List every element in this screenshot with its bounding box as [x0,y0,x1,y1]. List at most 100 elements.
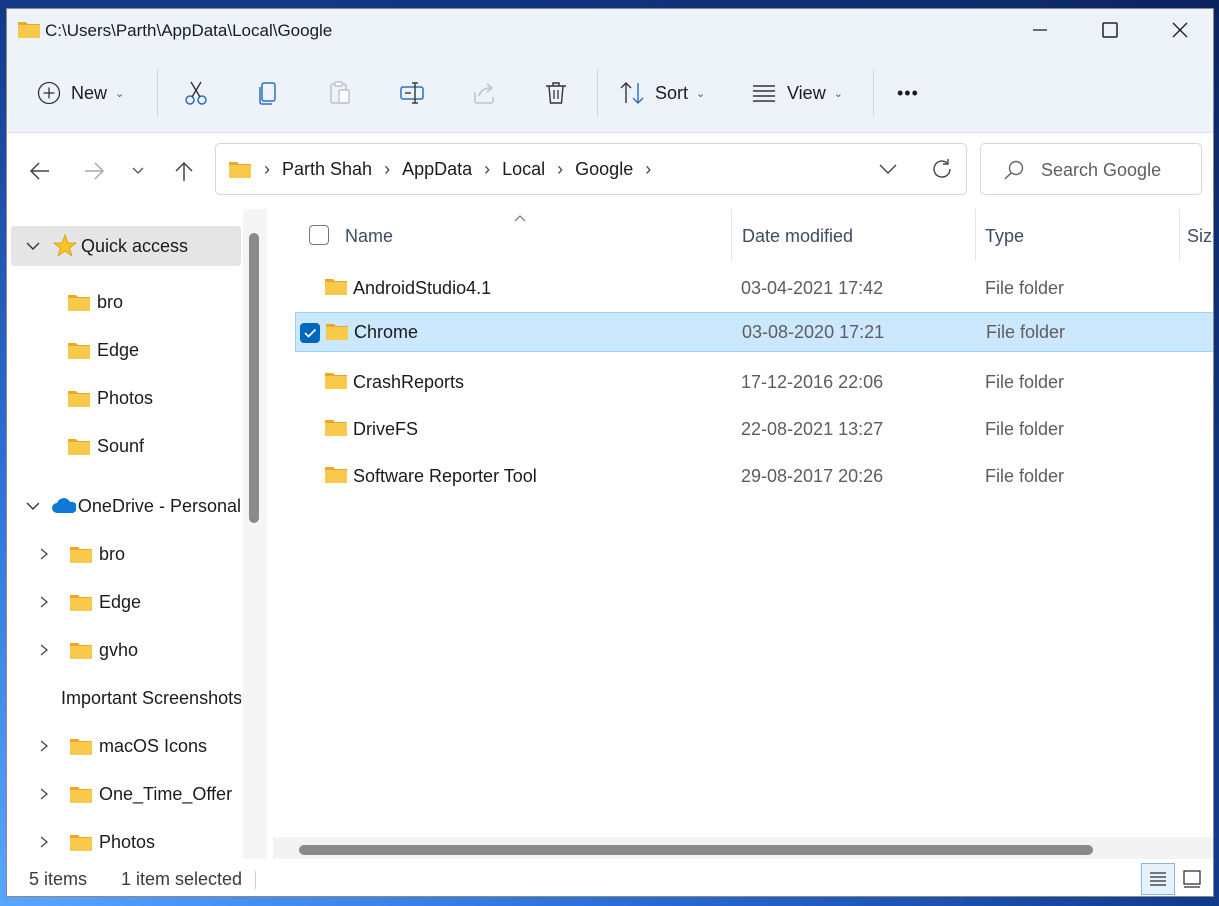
cloud-icon [52,498,76,513]
table-row[interactable]: CrashReports 17-12-2016 22:06 File folde… [295,362,1213,402]
close-button[interactable] [1145,9,1213,51]
copy-button[interactable] [255,71,281,115]
folder-icon [70,739,92,755]
view-button[interactable]: View ⌄ [751,71,843,115]
nav-item-folder[interactable]: Photos [11,822,241,859]
chevron-right-icon[interactable] [37,643,51,657]
chevron-down-icon[interactable] [25,498,40,514]
select-all-checkbox[interactable] [309,225,329,245]
folder-icon [68,295,90,311]
chevron-right-icon[interactable] [37,739,51,753]
sort-button[interactable]: Sort ⌄ [619,71,705,115]
nav-item-folder[interactable]: Edge [11,330,241,370]
chevron-right-icon[interactable] [37,787,51,801]
rename-button[interactable] [399,71,425,115]
breadcrumb-item[interactable]: AppData [402,159,472,180]
nav-label: Quick access [81,235,189,256]
chevron-right-icon[interactable]: › [645,159,651,180]
breadcrumb-item[interactable]: Parth Shah [282,159,372,180]
breadcrumb: › Parth Shah › AppData › Local › Google … [228,144,663,194]
chevron-right-icon[interactable]: › [484,159,490,180]
window-title: C:\Users\Parth\AppData\Local\Google [45,21,333,40]
nav-label: Photos [97,387,154,408]
nav-item-folder[interactable]: Photos [11,378,241,418]
column-divider[interactable] [975,209,976,261]
nav-label: bro [99,543,126,564]
nav-item-folder[interactable]: Sounf [11,426,241,466]
paste-button[interactable] [327,71,353,115]
maximize-button[interactable] [1075,9,1145,51]
column-header-size[interactable]: Size [1187,221,1213,251]
sort-icon [620,82,644,104]
column-divider[interactable] [731,209,732,261]
tiles-view-icon [1183,870,1201,888]
chevron-down-icon[interactable] [25,238,41,254]
back-button[interactable] [23,153,57,189]
new-button[interactable]: New ⌄ [37,71,124,115]
cut-icon [185,81,207,105]
forward-button[interactable] [77,153,111,189]
folder-icon [68,343,90,359]
refresh-icon[interactable] [930,157,954,181]
table-row[interactable]: DriveFS 22-08-2021 13:27 File folder [295,409,1213,449]
toolbar-divider [597,69,598,117]
address-bar[interactable]: › Parth Shah › AppData › Local › Google … [215,143,967,195]
recent-locations-button[interactable] [121,153,155,189]
up-button[interactable] [167,153,201,189]
column-header-date[interactable]: Date modified [742,221,853,251]
share-button[interactable] [471,71,497,115]
nav-item-folder[interactable]: bro [11,282,241,322]
file-name: AndroidStudio4.1 [353,278,492,298]
large-icons-view-button[interactable] [1175,863,1209,895]
nav-item-onedrive[interactable]: OneDrive - Personal [11,486,241,526]
minimize-button[interactable] [1005,9,1075,51]
breadcrumb-item[interactable]: Local [502,159,545,180]
breadcrumb-item[interactable]: Google [575,159,633,180]
folder-icon [325,373,347,389]
search-input[interactable]: Search Google [980,143,1202,195]
table-row[interactable]: AndroidStudio4.1 03-04-2021 17:42 File f… [295,268,1213,308]
minimize-icon [1033,29,1047,31]
file-name: DriveFS [353,419,419,439]
address-history-icon[interactable] [878,161,898,177]
nav-label: gvho [99,639,139,660]
nav-label: One_Time_Offer [99,783,233,804]
horizontal-scrollbar-thumb[interactable] [299,845,1093,855]
folder-icon [70,547,92,563]
more-options-button[interactable]: ••• [897,71,919,115]
file-type: File folder [985,419,1065,439]
nav-item-quick-access[interactable]: Quick access [11,226,241,266]
nav-item-folder[interactable]: Edge [11,582,241,622]
folder-icon [18,22,40,38]
file-name: Chrome [354,322,419,342]
chevron-right-icon[interactable]: › [384,159,390,180]
cut-button[interactable] [183,71,209,115]
column-header-name[interactable]: Name [345,221,393,251]
row-checkbox[interactable] [300,323,320,343]
toolbar-divider [873,69,874,117]
nav-scrollbar-thumb[interactable] [249,233,259,523]
nav-item-folder[interactable]: Important Screenshots [11,678,241,718]
sort-label: Sort [655,82,689,103]
chevron-right-icon[interactable] [37,835,51,849]
nav-item-folder[interactable]: gvho [11,630,241,670]
details-view-button[interactable] [1141,863,1175,895]
checkmark-icon [304,328,317,338]
table-row[interactable]: Software Reporter Tool 29-08-2017 20:26 … [295,456,1213,496]
chevron-right-icon[interactable] [37,547,51,561]
column-header-type[interactable]: Type [985,221,1024,251]
chevron-right-icon[interactable] [37,595,51,609]
forward-icon [85,162,105,180]
column-divider[interactable] [1179,209,1180,261]
delete-button[interactable] [543,71,569,115]
file-date: 03-04-2021 17:42 [741,278,884,298]
file-explorer-window: C:\Users\Parth\AppData\Local\Google New … [6,8,1214,897]
nav-item-folder[interactable]: bro [11,534,241,574]
file-name: Software Reporter Tool [353,466,537,486]
chevron-right-icon[interactable]: › [557,159,563,180]
nav-item-folder[interactable]: macOS Icons [11,726,241,766]
title-bar: C:\Users\Parth\AppData\Local\Google [7,9,1213,51]
nav-item-folder[interactable]: One_Time_Offer [11,774,241,814]
file-date: 22-08-2021 13:27 [741,419,884,439]
table-row[interactable]: Chrome 03-08-2020 17:21 File folder [295,312,1213,352]
